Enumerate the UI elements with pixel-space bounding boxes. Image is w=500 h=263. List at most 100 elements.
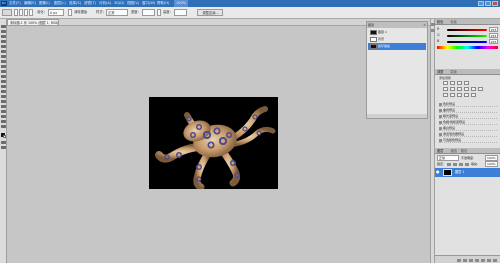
shape-tool-icon[interactable] (1, 110, 6, 113)
slider-g[interactable]: G 255 (437, 33, 498, 38)
gradient-map-icon[interactable] (464, 93, 469, 97)
lock-transparency-icon[interactable] (447, 162, 451, 166)
new-layer-icon[interactable] (487, 258, 491, 262)
document-tab[interactable]: 未标题-1 @ 100% (图层 1, RGB/8) (7, 19, 59, 26)
style-select[interactable]: 正常 (106, 9, 128, 16)
maximize-icon[interactable] (485, 1, 491, 6)
lock-all-icon[interactable] (465, 162, 469, 166)
menu-window[interactable]: 窗口(W) (142, 0, 155, 7)
tab-adjustments[interactable]: 调整 (437, 70, 443, 74)
menu-file[interactable]: 文件(F) (9, 0, 21, 7)
tab-color[interactable]: 颜色 (437, 20, 443, 24)
slider-value[interactable]: 255 (489, 33, 498, 38)
color-panel-header[interactable]: 颜色 色板 (435, 19, 500, 25)
brightness-icon[interactable] (443, 81, 448, 85)
hand-tool-icon[interactable] (1, 120, 6, 123)
add-selection-icon[interactable] (19, 9, 23, 16)
color-balance-icon[interactable] (457, 87, 462, 91)
eye-icon[interactable]: ● (436, 170, 440, 174)
exposure-icon[interactable] (464, 81, 469, 85)
antialias-checkbox[interactable] (68, 9, 72, 16)
float-row-1[interactable]: 图层 1 (368, 29, 426, 36)
layer-row[interactable]: ● 图层 1 (435, 168, 500, 177)
lock-pixels-icon[interactable] (453, 162, 457, 166)
close-icon[interactable]: × (423, 22, 426, 28)
marquee-tool-icon[interactable] (1, 30, 6, 33)
trash-icon[interactable] (493, 258, 497, 262)
type-tool-icon[interactable] (1, 100, 6, 103)
close-icon[interactable] (492, 1, 498, 6)
adjustment-layer-icon[interactable] (475, 258, 479, 262)
width-input[interactable] (142, 9, 155, 16)
menu-image[interactable]: 图像(I) (39, 0, 50, 7)
group-icon[interactable] (481, 258, 485, 262)
black-white-icon[interactable] (464, 87, 469, 91)
pen-tool-icon[interactable] (1, 95, 6, 98)
marquee-tool-icon[interactable] (2, 9, 12, 16)
float-row-3[interactable]: 蓝环章鱼 (368, 43, 426, 50)
adjust-panel-header[interactable]: 调整 蒙版 (435, 69, 500, 75)
lock-position-icon[interactable] (459, 162, 463, 166)
healing-tool-icon[interactable] (1, 55, 6, 58)
curves-icon[interactable] (457, 81, 462, 85)
menu-3d[interactable]: 3D(D) (114, 0, 124, 7)
slider-track[interactable] (447, 28, 487, 31)
menu-help[interactable]: 帮助(H) (157, 0, 169, 7)
hue-saturation-icon[interactable] (450, 87, 455, 91)
slider-value[interactable]: 255 (489, 27, 498, 32)
move-tool-icon[interactable] (1, 25, 6, 28)
layer-name[interactable]: 图层 1 (455, 168, 464, 177)
zoom-level[interactable]: 100% (174, 0, 189, 7)
channel-mixer-icon[interactable] (478, 87, 483, 91)
add-mask-icon[interactable] (469, 258, 473, 262)
layers-panel-header[interactable]: 图层 通道 路径 (435, 148, 500, 154)
height-input[interactable] (174, 9, 187, 16)
feather-input[interactable]: 0 px (48, 9, 64, 16)
slider-track[interactable] (447, 40, 487, 43)
dodge-tool-icon[interactable] (1, 90, 6, 93)
intersect-selection-icon[interactable] (29, 9, 33, 16)
slider-value[interactable]: 255 (489, 39, 498, 44)
background-color-icon[interactable] (3, 135, 6, 138)
invert-icon[interactable] (443, 93, 448, 97)
selective-color-icon[interactable] (471, 93, 476, 97)
eraser-tool-icon[interactable] (1, 75, 6, 78)
float-row-2[interactable]: 背景 (368, 36, 426, 43)
menu-edit[interactable]: 编辑(E) (24, 0, 36, 7)
menu-view[interactable]: 视图(V) (127, 0, 139, 7)
screen-mode-icon[interactable] (1, 146, 6, 149)
stamp-tool-icon[interactable] (1, 65, 6, 68)
subtract-selection-icon[interactable] (24, 9, 28, 16)
minimize-icon[interactable] (478, 1, 484, 6)
tab-channels[interactable]: 通道 (450, 149, 456, 153)
brush-tool-icon[interactable] (1, 60, 6, 63)
3d-tool-icon[interactable] (1, 115, 6, 118)
threshold-icon[interactable] (457, 93, 462, 97)
swap-icon[interactable] (157, 9, 161, 16)
tab-layers[interactable]: 图层 (437, 149, 443, 153)
panel-header[interactable]: 图层 × (367, 22, 427, 28)
menu-select[interactable]: 选择(S) (69, 0, 81, 7)
tab-swatches[interactable]: 色板 (450, 20, 456, 24)
photo-filter-icon[interactable] (471, 87, 476, 91)
slider-track[interactable] (447, 34, 487, 37)
path-select-tool-icon[interactable] (1, 105, 6, 108)
posterize-icon[interactable] (450, 93, 455, 97)
new-selection-icon[interactable] (14, 9, 18, 16)
layer-style-icon[interactable] (463, 258, 467, 262)
crop-tool-icon[interactable] (1, 45, 6, 48)
history-brush-tool-icon[interactable] (1, 70, 6, 73)
slider-b[interactable]: B 255 (437, 39, 498, 44)
tab-masks[interactable]: 蒙版 (450, 70, 456, 74)
link-layers-icon[interactable] (457, 258, 461, 262)
preset-selective-color[interactable]: 可选颜色预设 (439, 137, 497, 143)
zoom-tool-icon[interactable] (1, 125, 6, 128)
lasso-tool-icon[interactable] (1, 35, 6, 38)
vibrance-icon[interactable] (443, 87, 448, 91)
blur-tool-icon[interactable] (1, 85, 6, 88)
document-canvas[interactable] (149, 97, 278, 189)
slider-r[interactable]: R 255 (437, 27, 498, 32)
tab-paths[interactable]: 路径 (461, 149, 467, 153)
gradient-tool-icon[interactable] (1, 80, 6, 83)
quick-mask-icon[interactable] (1, 141, 6, 144)
